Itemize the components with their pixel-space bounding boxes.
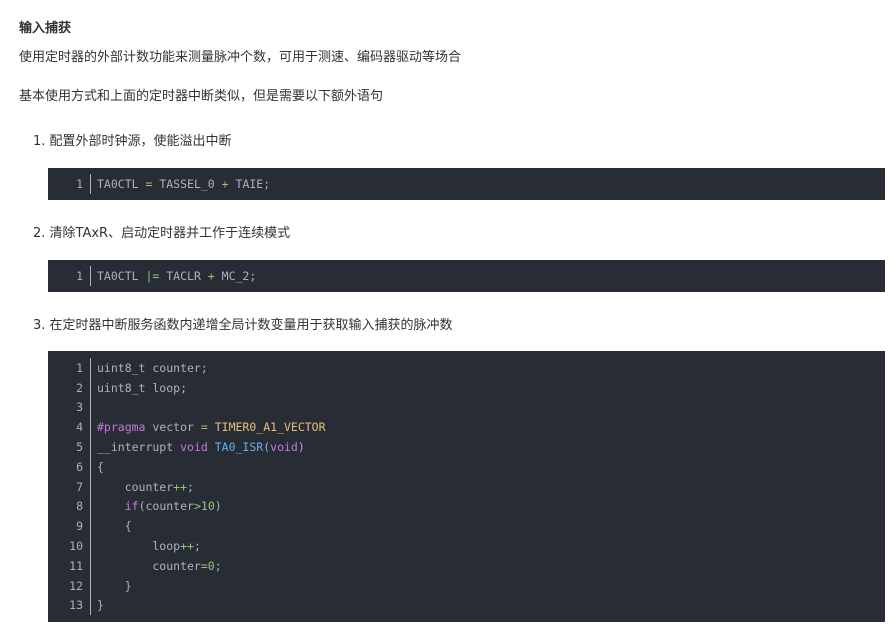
step-3-label: 3. 在定时器中断服务函数内递增全局计数变量用于获取输入捕获的脉冲数 [33,318,453,333]
line-number: 9 [48,516,91,537]
step-2-label: 2. 清除TAxR、启动定时器并工作于连续模式 [33,226,291,241]
code-token: TASSEL_0 [152,176,222,191]
code-text: uint8_t loop; [91,381,187,395]
code-line: 1 TA0CTL |= TACLR + MC_2; [48,266,885,286]
code-token: ) [297,440,305,455]
code-line: 5 __interrupt void TA0_ISR(void) [48,437,885,457]
code-token: + [207,268,215,283]
code-token: } [97,598,104,613]
code-line: 8 if(counter>10) [48,496,885,517]
code-line: 2 uint8_t loop; [48,377,885,398]
line-number: 4 [48,417,91,438]
line-number: 2 [48,377,91,398]
line-number: 13 [48,595,91,616]
code-token: counter [97,479,174,494]
code-text: TA0CTL = TASSEL_0 + TAIE; [91,177,270,191]
code-token: TA0CTL [97,176,146,191]
line-number: 12 [48,575,91,596]
code-token: MC_2; [214,268,257,283]
code-token: loop [97,539,181,554]
line-number: 3 [48,397,91,418]
code-line: 4 #pragma vector = TIMER0_A1_VECTOR [48,417,885,438]
line-number: 1 [48,358,91,378]
code-token: 10 [200,499,215,514]
code-token: void [270,440,298,455]
code-text: uint8_t counter; [91,361,208,375]
code-token: void [180,440,208,455]
code-token: ; [193,539,201,554]
code-line: 12 } [48,575,885,596]
code-text: if(counter>10) [91,499,222,513]
code-block-2: 1 TA0CTL |= TACLR + MC_2; [48,260,885,292]
code-token: ++ [173,479,188,494]
code-token: TA0_ISR [214,440,264,455]
code-line: 3 [48,397,885,418]
line-number: 6 [48,456,91,477]
code-token: TA0CTL [97,268,146,283]
line-number: 10 [48,536,91,556]
code-token: if [124,499,139,514]
line-number: 5 [48,437,91,457]
code-line: 6{ [48,456,885,477]
code-block-3: 1 uint8_t counter; 2 uint8_t loop; 3 4 #pragma… [48,351,885,623]
code-token: __interrupt [97,440,181,455]
code-token: |= [145,268,160,283]
code-token: ++ [180,539,194,554]
code-token: TIMER0_A1_VECTOR [214,420,326,435]
code-token: #pragma [97,420,146,435]
code-line: 11 counter=0; [48,555,885,576]
code-line: 13} [48,595,885,616]
code-line: 1 uint8_t counter; [48,358,885,378]
line-number: 11 [48,555,91,576]
code-text: } [91,579,132,593]
code-block-1: 1 TA0CTL = TASSEL_0 + TAIE; [48,168,885,200]
code-text: #pragma vector = TIMER0_A1_VECTOR [91,420,326,434]
code-text: __interrupt void TA0_ISR(void) [91,440,305,454]
code-token: (counter [138,499,194,514]
code-text: counter=0; [91,558,222,573]
code-text: loop++; [91,539,201,553]
code-token: 0 [207,558,215,573]
code-token: ; [214,558,222,573]
line-number: 1 [48,266,91,286]
code-text: } [91,598,104,612]
code-token: counter [97,558,201,573]
line-number: 7 [48,476,91,497]
code-line: 10 loop++; [48,536,885,556]
line-number: 8 [48,496,91,517]
usage-paragraph: 基本使用方式和上面的定时器中断类似，但是需要以下额外语句 [19,89,384,104]
step-1-label: 1. 配置外部时钟源，使能溢出中断 [33,134,232,149]
code-token: TACLR [159,268,208,283]
code-text: TA0CTL |= TACLR + MC_2; [91,269,256,283]
code-token: + [221,176,229,191]
intro-paragraph: 使用定时器的外部计数功能来测量脉冲个数，可用于测速、编码器驱动等场合 [19,50,462,65]
code-token: uint8_t loop; [97,380,188,395]
code-token: { [97,459,104,474]
code-line: 1 TA0CTL = TASSEL_0 + TAIE; [48,174,885,194]
code-line: 7 counter++; [48,476,885,497]
code-text: { [91,460,104,474]
code-text: { [91,519,132,533]
code-token: uint8_t counter; [97,360,208,375]
code-token: ) [214,499,222,514]
code-token: = [200,420,208,435]
code-token: TAIE; [228,176,271,191]
code-text: counter++; [91,480,194,494]
line-number: 1 [48,174,91,194]
code-token: { [97,519,132,534]
code-token: } [97,578,132,593]
section-heading: 输入捕获 [19,21,72,36]
code-token: = [200,558,208,573]
code-token: ; [187,479,194,494]
code-line: 9 { [48,516,885,537]
code-token: > [193,499,201,514]
code-token: vector [145,420,201,435]
